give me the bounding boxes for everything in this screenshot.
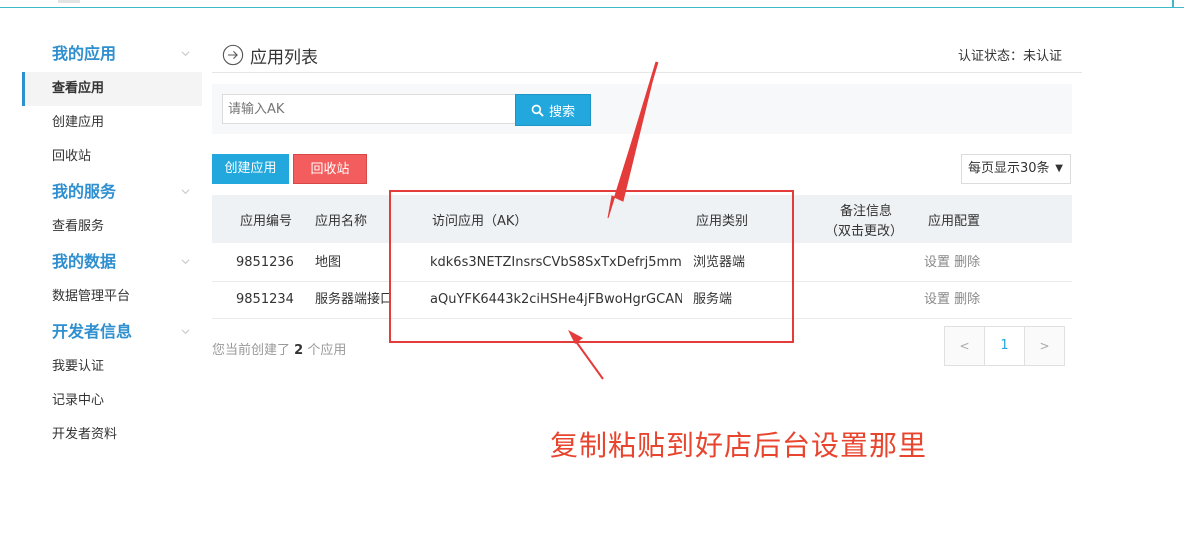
pagination-next[interactable]: > — [1024, 326, 1065, 366]
sidebar-group-my-apps[interactable]: 我的应用 — [22, 36, 202, 72]
sidebar-item-verify[interactable]: 我要认证 — [22, 350, 202, 384]
settings-link[interactable]: 设置 — [924, 255, 950, 270]
table-row: 9851234 服务器端接口 aQuYFK6443k2ciHSHe4jFBwoH… — [212, 281, 1072, 319]
sidebar-group-title: 我的应用 — [52, 44, 117, 63]
delete-link[interactable]: 删除 — [954, 292, 980, 307]
pagination-prev[interactable]: < — [944, 326, 985, 366]
per-page-select[interactable]: 每页显示30条 ▼ — [961, 154, 1071, 184]
arrow-right-circle-icon — [222, 44, 244, 66]
auth-status-label: 认证状态： — [957, 49, 1023, 64]
auth-status-value: 未认证 — [1022, 49, 1062, 64]
cell-app-ak: kdk6s3NETZInsrsCVbS8SxTxDefrj5mm — [430, 255, 682, 270]
auth-status: 认证状态：未认证 — [958, 45, 1062, 64]
pagination-page[interactable]: 1 — [984, 326, 1025, 366]
cell-app-type: 服务端 — [693, 292, 733, 307]
sidebar-item-view-apps[interactable]: 查看应用 — [22, 72, 202, 106]
search-button-label: 搜索 — [548, 104, 575, 120]
app-count-value: 2 — [294, 343, 304, 358]
create-app-button[interactable]: 创建应用 — [212, 154, 289, 184]
top-border — [0, 7, 1184, 8]
page-title: 应用列表 — [222, 42, 318, 68]
col-header-name: 应用名称 — [315, 214, 368, 229]
per-page-value: 每页显示30条 — [968, 161, 1050, 176]
sidebar-item-dev-profile[interactable]: 开发者资料 — [22, 418, 202, 452]
header-divider — [212, 72, 1082, 73]
settings-link[interactable]: 设置 — [924, 292, 950, 307]
col-header-config: 应用配置 — [928, 214, 981, 229]
sidebar-group-title: 我的服务 — [52, 182, 117, 201]
sidebar-group-my-services[interactable]: 我的服务 — [22, 174, 202, 210]
page-title-text: 应用列表 — [250, 47, 318, 68]
sidebar-group-my-data[interactable]: 我的数据 — [22, 244, 202, 280]
pagination: < 1 > — [944, 326, 1065, 366]
cell-app-id: 9851234 — [236, 292, 294, 307]
search-panel: 搜索 — [212, 84, 1072, 134]
caret-down-icon: ▼ — [1055, 163, 1063, 174]
cell-app-config: 设置 删除 — [924, 281, 980, 318]
chevron-down-icon — [181, 189, 190, 195]
col-header-ak: 访问应用（AK） — [432, 214, 528, 229]
table-row: 9851236 地图 kdk6s3NETZInsrsCVbS8SxTxDefrj… — [212, 244, 1072, 282]
cell-app-id: 9851236 — [236, 255, 294, 270]
chevron-down-icon — [181, 51, 190, 57]
sidebar-item-data-platform[interactable]: 数据管理平台 — [22, 280, 202, 314]
sidebar: 我的应用 查看应用 创建应用 回收站 我的服务 查看服务 我的数据 数据管理平台… — [22, 36, 202, 452]
col-header-note: 备注信息 — [840, 204, 893, 219]
chevron-down-icon — [181, 259, 190, 265]
annotation-arrow-up — [568, 330, 604, 380]
cell-app-type: 浏览器端 — [693, 255, 746, 270]
search-button[interactable]: 搜索 — [515, 94, 591, 126]
search-input[interactable] — [222, 94, 522, 124]
sidebar-item-create-app[interactable]: 创建应用 — [22, 106, 202, 140]
chevron-down-icon — [181, 329, 190, 335]
delete-link[interactable]: 删除 — [954, 255, 980, 270]
app-count-summary: 您当前创建了 2 个应用 — [212, 339, 346, 358]
sidebar-group-title: 开发者信息 — [52, 322, 133, 341]
app-count-prefix: 您当前创建了 — [212, 343, 291, 358]
top-right-tick — [1172, 0, 1174, 7]
cell-app-name: 地图 — [315, 255, 342, 270]
table-header: 应用编号 应用名称 访问应用（AK） 应用类别 备注信息 （双击更改） 应用配置 — [212, 195, 1072, 243]
app-count-suffix: 个应用 — [307, 343, 347, 358]
sidebar-group-title: 我的数据 — [52, 252, 117, 271]
cell-app-name: 服务器端接口 — [315, 292, 391, 307]
recycle-bin-button[interactable]: 回收站 — [293, 154, 367, 184]
annotation-caption: 复制粘贴到好店后台设置那里 — [550, 429, 928, 462]
col-header-note-hint: （双击更改） — [825, 224, 904, 239]
cell-app-config: 设置 删除 — [924, 244, 980, 281]
sidebar-item-view-services[interactable]: 查看服务 — [22, 210, 202, 244]
top-logo-fragment — [58, 0, 80, 3]
sidebar-group-developer-info[interactable]: 开发者信息 — [22, 314, 202, 350]
col-header-type: 应用类别 — [696, 214, 749, 229]
cell-app-ak: aQuYFK6443k2ciHSHe4jFBwoHgrGCANE — [430, 292, 682, 307]
sidebar-item-recycle-bin[interactable]: 回收站 — [22, 140, 202, 174]
sidebar-item-records[interactable]: 记录中心 — [22, 384, 202, 418]
col-header-id: 应用编号 — [240, 214, 293, 229]
search-icon — [531, 104, 544, 117]
